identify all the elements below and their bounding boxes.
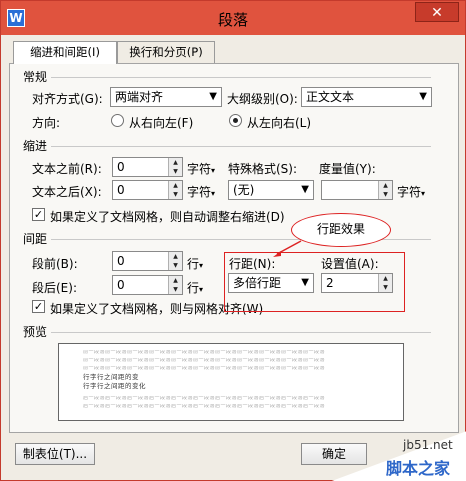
arrow-up-icon[interactable]: ▲ bbox=[169, 276, 182, 285]
auto-adjust-label: 如果定义了文档网格，则自动调整右缩进(D) bbox=[50, 210, 285, 224]
measure-label: 度量值(Y): bbox=[319, 162, 376, 176]
checkmark-icon: ✓ bbox=[33, 300, 44, 313]
indent-before-input[interactable]: 0 ▲ ▼ bbox=[112, 157, 183, 177]
outline-select[interactable]: 正文文本 ▼ bbox=[301, 87, 432, 107]
spacing-after-value: 0 bbox=[117, 278, 125, 292]
special-format-value: (无) bbox=[233, 183, 255, 197]
spacing-before-label: 段前(B): bbox=[32, 257, 78, 271]
chevron-down-icon: ▼ bbox=[209, 91, 217, 102]
indent-before-unit[interactable]: 字符▾ bbox=[187, 160, 215, 177]
align-label: 对齐方式(G): bbox=[32, 92, 103, 106]
preview-prev-line: 前一段落前一段落前一段落前一段落前一段落前一段落前一段落前一段落前一段落前一段落… bbox=[83, 366, 326, 370]
align-select[interactable]: 两端对齐 ▼ bbox=[110, 87, 222, 107]
dialog-title: 段落 bbox=[217, 11, 248, 29]
snap-to-grid-checkbox[interactable]: ✓ bbox=[32, 300, 45, 313]
spinner-buttons[interactable]: ▲ ▼ bbox=[168, 276, 182, 294]
arrow-down-icon[interactable]: ▼ bbox=[169, 190, 182, 199]
spacing-after-unit-text: 行 bbox=[187, 281, 200, 295]
preview-next-line: 后一段落后一段落后一段落后一段落后一段落后一段落后一段落后一段落后一段落后一段落… bbox=[83, 404, 326, 408]
indent-after-input[interactable]: 0 ▲ ▼ bbox=[112, 180, 183, 200]
tab-stops-button[interactable]: 制表位(T)... bbox=[15, 443, 95, 465]
indent-divider bbox=[49, 146, 431, 147]
direction-label: 方向: bbox=[32, 116, 61, 130]
outline-label: 大纲级别(O): bbox=[227, 92, 298, 106]
indent-section-label: 缩进 bbox=[23, 137, 52, 154]
auto-adjust-checkbox[interactable]: ✓ bbox=[32, 208, 45, 221]
watermark-logo: 脚本之家 bbox=[386, 459, 451, 478]
rtl-radio[interactable] bbox=[111, 114, 124, 127]
title-bar[interactable]: W 段落 ✕ bbox=[1, 1, 465, 35]
arrow-up-icon[interactable]: ▲ bbox=[169, 181, 182, 190]
indent-before-unit-text: 字符 bbox=[187, 162, 212, 176]
align-value: 两端对齐 bbox=[115, 90, 164, 104]
spacing-after-unit[interactable]: 行▾ bbox=[187, 279, 203, 296]
callout-bubble: 行距效果 bbox=[291, 213, 391, 247]
preview-prev-line: 前一段落前一段落前一段落前一段落前一段落前一段落前一段落前一段落前一段落前一段落… bbox=[83, 358, 326, 362]
unit-dropdown-icon: ▾ bbox=[211, 189, 216, 198]
arrow-down-icon[interactable]: ▼ bbox=[169, 167, 182, 176]
ltr-label: 从左向右(L) bbox=[247, 116, 312, 130]
arrow-down-icon[interactable]: ▼ bbox=[379, 190, 392, 199]
unit-dropdown-icon: ▾ bbox=[199, 285, 204, 294]
special-format-label: 特殊格式(S): bbox=[228, 162, 298, 176]
tab-line-page-breaks[interactable]: 换行和分页(P) bbox=[117, 41, 215, 63]
spacing-section-label: 间距 bbox=[23, 230, 52, 247]
spacing-before-value: 0 bbox=[117, 254, 125, 268]
close-icon: ✕ bbox=[431, 5, 443, 21]
spacing-after-label: 段后(E): bbox=[32, 281, 77, 295]
spacing-after-input[interactable]: 0 ▲ ▼ bbox=[112, 275, 183, 295]
measure-unit[interactable]: 字符▾ bbox=[397, 183, 425, 200]
spinner-buttons[interactable]: ▲ ▼ bbox=[378, 181, 392, 199]
measure-unit-text: 字符 bbox=[397, 185, 422, 199]
preview-divider bbox=[49, 332, 431, 333]
unit-dropdown-icon: ▾ bbox=[199, 261, 204, 270]
unit-dropdown-icon: ▾ bbox=[421, 189, 426, 198]
arrow-down-icon[interactable]: ▼ bbox=[169, 285, 182, 294]
arrow-up-icon[interactable]: ▲ bbox=[379, 181, 392, 190]
checkmark-icon: ✓ bbox=[33, 208, 44, 221]
preview-next-line: 后一段落后一段落后一段落后一段落后一段落后一段落后一段落后一段落后一段落后一段落… bbox=[83, 396, 326, 400]
unit-dropdown-icon: ▾ bbox=[211, 166, 216, 175]
measure-input[interactable]: ▲ ▼ bbox=[321, 180, 393, 200]
watermark-site: jb51.net bbox=[403, 438, 453, 452]
spinner-buttons[interactable]: ▲ ▼ bbox=[168, 181, 182, 199]
close-button[interactable]: ✕ bbox=[415, 2, 459, 22]
preview-sample-line: 行字行之间距的变化 bbox=[83, 382, 146, 390]
indent-after-value: 0 bbox=[117, 183, 125, 197]
preview-section-label: 预览 bbox=[23, 323, 52, 340]
indent-before-label: 文本之前(R): bbox=[32, 162, 102, 176]
tab-indent-spacing[interactable]: 缩进和间距(I) bbox=[13, 41, 117, 64]
arrow-up-icon[interactable]: ▲ bbox=[169, 158, 182, 167]
preview-prev-line: 前一段落前一段落前一段落前一段落前一段落前一段落前一段落前一段落前一段落前一段落… bbox=[83, 350, 326, 354]
indent-before-value: 0 bbox=[117, 160, 125, 174]
arrow-down-icon[interactable]: ▼ bbox=[169, 261, 182, 270]
spinner-buttons[interactable]: ▲ ▼ bbox=[168, 158, 182, 176]
highlight-box bbox=[224, 252, 405, 312]
preview-box: 前一段落前一段落前一段落前一段落前一段落前一段落前一段落前一段落前一段落前一段落… bbox=[58, 343, 404, 421]
indent-after-unit[interactable]: 字符▾ bbox=[187, 183, 215, 200]
general-divider bbox=[49, 77, 431, 78]
outline-value: 正文文本 bbox=[306, 90, 355, 104]
general-section-label: 常规 bbox=[23, 68, 52, 85]
chevron-down-icon: ▼ bbox=[301, 184, 309, 195]
spacing-before-input[interactable]: 0 ▲ ▼ bbox=[112, 251, 183, 271]
special-format-select[interactable]: (无) ▼ bbox=[228, 180, 314, 200]
spacing-before-unit[interactable]: 行▾ bbox=[187, 255, 203, 272]
ltr-radio[interactable] bbox=[229, 114, 242, 127]
spacing-before-unit-text: 行 bbox=[187, 257, 200, 271]
indent-after-unit-text: 字符 bbox=[187, 185, 212, 199]
chevron-down-icon: ▼ bbox=[419, 91, 427, 102]
paragraph-dialog: W 段落 ✕ 缩进和间距(I) 换行和分页(P) 常规 对齐方式(G): 两端对… bbox=[0, 0, 466, 481]
indent-after-label: 文本之后(X): bbox=[32, 185, 102, 199]
preview-sample-line: 行字行之间距的变 bbox=[83, 373, 139, 381]
rtl-label: 从右向左(F) bbox=[129, 116, 194, 130]
spinner-buttons[interactable]: ▲ ▼ bbox=[168, 252, 182, 270]
arrow-up-icon[interactable]: ▲ bbox=[169, 252, 182, 261]
